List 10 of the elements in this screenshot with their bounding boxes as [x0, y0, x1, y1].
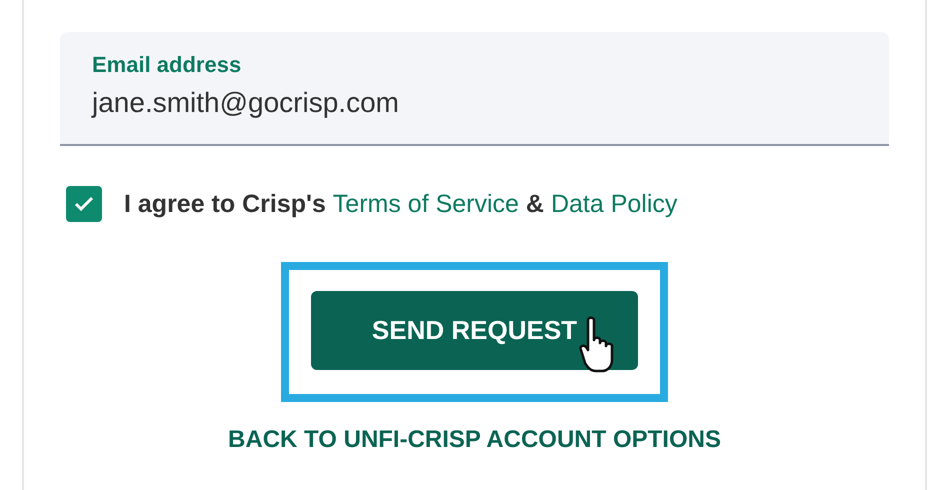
send-request-button[interactable]: SEND REQUEST: [311, 291, 638, 370]
policy-link[interactable]: Terms of Service: [332, 190, 519, 218]
email-field[interactable]: Email address jane.smith@gocrisp.com: [60, 32, 889, 146]
agreement-text: I agree to Crisp's Terms of Service & Data Policy: [124, 190, 678, 218]
field-label: Email address: [92, 52, 242, 78]
field-value: jane.smith@gocrisp.com: [92, 86, 400, 120]
back-link[interactable]: BACK TO UNFI-CRISP ACCOUNT OPTIONS: [228, 426, 721, 454]
checkbox[interactable]: [66, 186, 102, 222]
check-icon: [74, 196, 94, 212]
policy-link[interactable]: Data Policy: [550, 190, 678, 218]
